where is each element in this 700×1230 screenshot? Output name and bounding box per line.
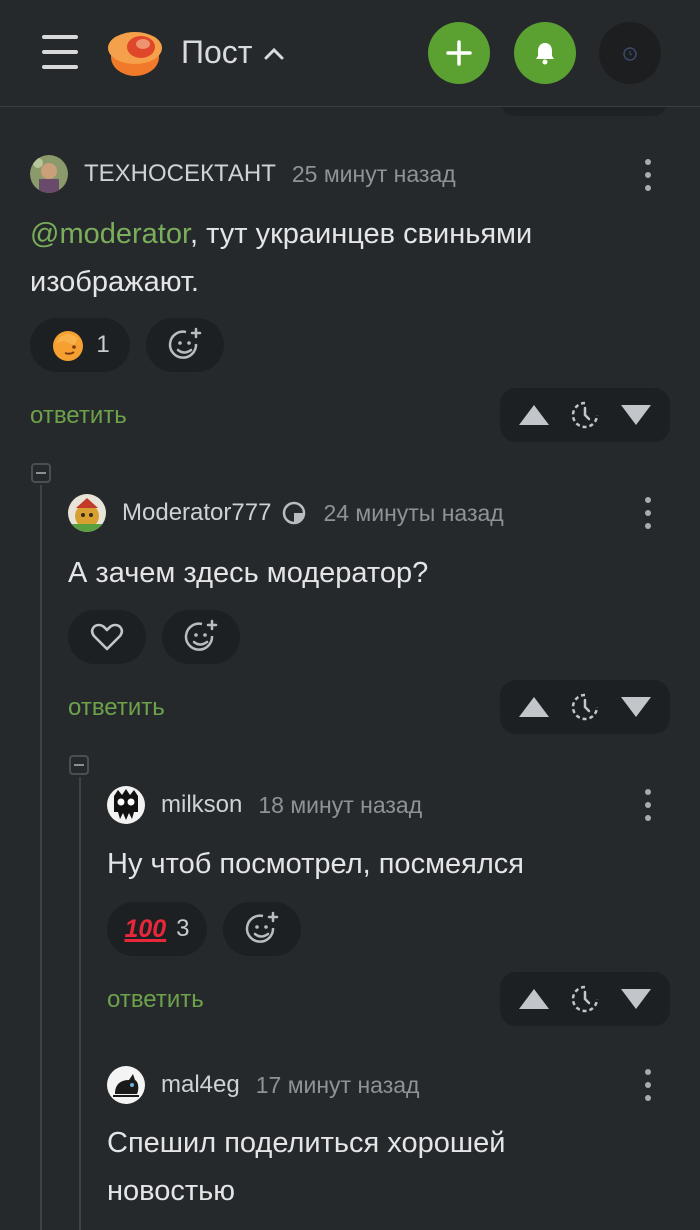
more-options-icon[interactable] [644,789,652,821]
notifications-button[interactable] [514,22,576,84]
pikabu-logo[interactable] [106,26,164,78]
top-app-bar: Пост [0,0,700,107]
comment-header: milkson 18 минут назад [107,785,422,825]
add-emoji-icon [184,619,218,651]
comment-header: Moderator777 24 минуты назад [68,493,504,533]
reply-link[interactable]: ответить [68,694,165,722]
upvote-icon[interactable] [517,987,551,1011]
avatar[interactable] [30,155,68,193]
profile-avatar-button[interactable] [599,22,661,84]
downvote-icon[interactable] [619,403,653,427]
comment-author[interactable]: Moderator777 [122,499,271,527]
comment-text: Спешил поделиться хорошей новостью [107,1127,506,1207]
reaction-count: 1 [96,331,110,358]
avatar[interactable] [107,786,145,824]
reaction-hundred[interactable]: 100 3 [107,902,207,956]
vote-panel [500,972,670,1026]
add-reaction-button[interactable] [162,610,240,664]
more-options-icon[interactable] [644,159,652,191]
downvote-icon[interactable] [619,987,653,1011]
plus-icon [446,40,472,66]
thread-line [40,485,42,1230]
chevron-up-icon [264,47,284,59]
comment-time: 24 минуты назад [323,499,504,526]
clock-icon[interactable] [570,692,600,722]
comment-author[interactable]: milkson [161,791,242,819]
page-title: Пост [181,34,253,70]
more-options-icon[interactable] [644,497,652,529]
comment-time: 18 минут назад [258,791,423,818]
menu-icon[interactable] [42,35,78,69]
alarm-icon [623,47,637,61]
reply-link[interactable]: ответить [30,402,127,430]
user-mention[interactable]: @moderator [30,218,190,250]
more-options-icon[interactable] [644,1069,652,1101]
moderator-badge-icon [283,501,306,525]
heart-icon [90,623,124,651]
comment-time: 25 минут назад [291,160,456,187]
thread-line [79,777,81,1230]
avatar[interactable] [68,494,106,532]
add-reaction-button[interactable] [223,902,301,956]
upvote-icon[interactable] [517,695,551,719]
upvote-icon[interactable] [517,403,551,427]
comment-text: Ну чтоб посмотрел, посмеялся [107,848,524,880]
comment-header: mal4eg 17 минут назад [107,1065,419,1105]
vote-panel [500,388,670,442]
comment-author[interactable]: ТЕХНОСЕКТАНТ [84,160,276,188]
comment-time: 17 минут назад [255,1071,420,1098]
clock-icon[interactable] [570,400,600,430]
facepalm-emoji-icon [53,331,84,361]
clock-icon[interactable] [570,984,600,1014]
page-title-dropdown[interactable]: Пост [181,34,284,71]
hundred-emoji-icon: 100 [124,914,167,943]
vote-panel [500,680,670,734]
collapse-thread-button[interactable] [31,463,51,483]
add-emoji-icon [245,911,279,943]
comment-author[interactable]: mal4eg [161,1071,240,1099]
create-post-button[interactable] [428,22,490,84]
reaction-facepalm[interactable]: 1 [30,318,130,372]
add-reaction-button[interactable] [146,318,224,372]
reaction-count: 3 [176,915,190,942]
avatar[interactable] [107,1066,145,1104]
downvote-icon[interactable] [619,695,653,719]
collapse-thread-button[interactable] [69,755,89,775]
comment-text: А зачем здесь модератор? [68,557,429,589]
bell-icon [536,43,554,65]
reply-link[interactable]: ответить [107,986,204,1014]
comment-header: ТЕХНОСЕКТАНТ 25 минут назад [30,154,456,194]
comment-text: @moderator, тут украинцев свиньями изобр… [30,218,533,298]
like-button[interactable] [68,610,146,664]
add-emoji-icon [168,327,202,359]
